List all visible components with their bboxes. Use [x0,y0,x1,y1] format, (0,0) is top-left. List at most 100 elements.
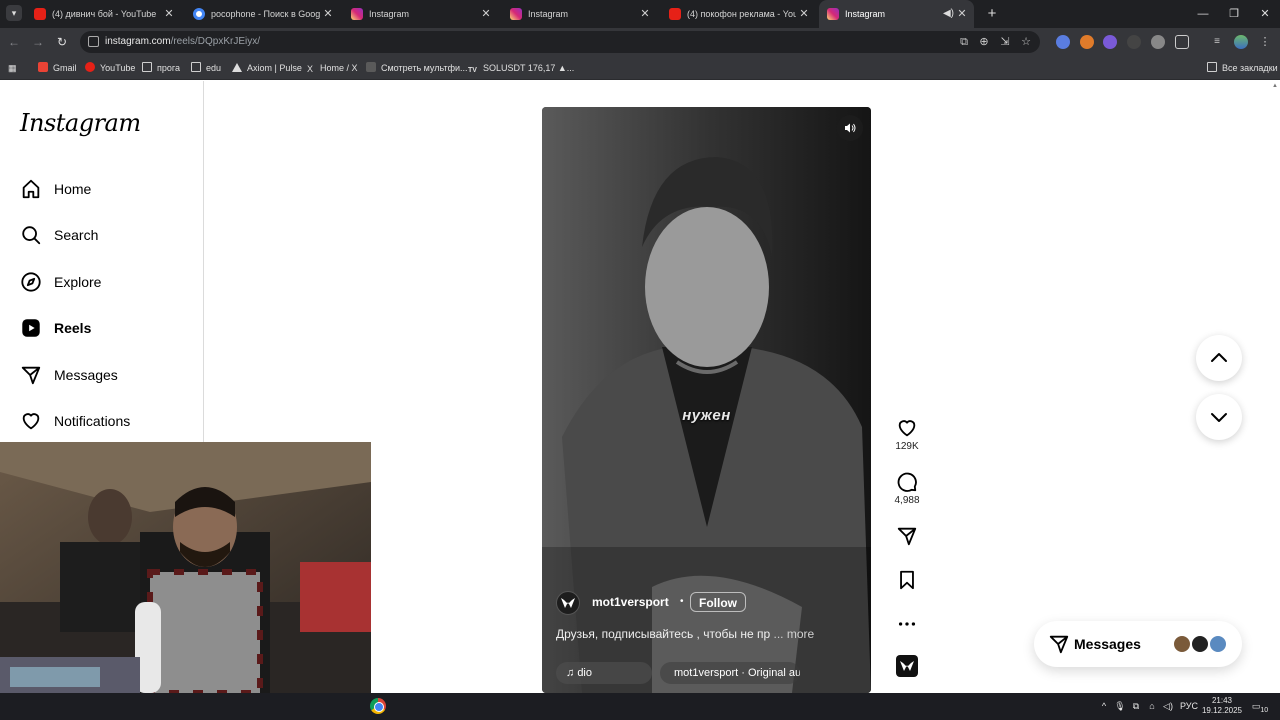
media-control-icon[interactable]: ≡ [1210,35,1224,49]
sidebar-item-home[interactable]: Home [18,172,188,206]
audio-source-avatar[interactable] [896,655,918,677]
close-icon[interactable]: ✕ [639,0,651,28]
bookmark-label: Axiom | Pulse [247,63,302,73]
bookmark-axiom[interactable]: Axiom | Pulse [232,56,302,80]
messages-popup-button[interactable]: Messages [1034,621,1242,667]
reel-actions: 129K 4,988 [890,81,924,693]
bookmark-cartoons[interactable]: Смотреть мультфи... [366,56,468,80]
extension-icon[interactable] [1056,35,1070,49]
extension-icon[interactable] [1080,35,1094,49]
tab-title: pocophone - Поиск в Google [211,9,320,19]
close-window-button[interactable]: ✕ [1250,0,1280,28]
bookmark-star-icon[interactable]: ☆ [1020,36,1032,48]
close-icon[interactable]: ✕ [480,0,492,28]
instagram-logo[interactable]: Instagram [20,109,141,137]
language-indicator[interactable]: РУС [1180,693,1198,720]
author-username[interactable]: mot1versport [592,591,669,613]
sidebar-item-explore[interactable]: Explore [18,265,188,299]
reload-button[interactable]: ↻ [54,34,70,50]
tab-instagram-2[interactable]: Instagram ✕ [502,0,657,28]
notification-count: 10 [1260,706,1269,714]
chevron-down-icon [1211,413,1227,422]
close-icon[interactable]: ✕ [956,0,968,28]
author-avatar[interactable] [556,591,580,615]
caption-more-link[interactable]: ... more [774,627,815,641]
tab-title: (4) покофон реклама - YouTube [687,9,796,19]
windows-taskbar: ^ 🎙 ⧉ ⌂ ◁) РУС 21:43 19.12.2025 ▭10 [0,693,1280,720]
sidebar-item-messages[interactable]: Messages [18,358,188,392]
restore-button[interactable]: ❐ [1219,0,1249,28]
install-icon[interactable]: ⇲ [999,36,1011,48]
page-scroll-arrow-icon[interactable]: ▲ [1272,83,1278,89]
bookmark-tradingview[interactable]: TV SOLUSDT 176,17 ▲... [468,56,574,80]
translate-icon[interactable]: ⧉ [958,36,970,48]
minimize-button[interactable]: — [1188,0,1218,28]
chrome-taskbar-icon[interactable] [370,698,386,714]
zoom-icon[interactable]: ⊕ [978,36,990,48]
audio-playing-icon[interactable]: ◀) [943,0,954,28]
back-button[interactable]: ← [6,34,22,50]
extension-icon[interactable] [1151,35,1165,49]
all-bookmarks[interactable]: Все закладки [1207,56,1278,80]
bookmark-label: Gmail [53,63,77,73]
sidebar-item-label: Messages [54,367,118,383]
previous-reel-button[interactable] [1196,335,1242,381]
bookmark-folder-edu[interactable]: edu [191,56,221,80]
site-info-icon[interactable] [88,36,99,47]
system-clock[interactable]: 21:43 19.12.2025 [1200,696,1244,716]
sidebar-item-notifications[interactable]: Notifications [18,404,188,438]
home-icon [22,179,40,199]
profile-avatar[interactable] [1234,35,1248,49]
tab-google[interactable]: pocophone - Поиск в Google ✕ [185,0,340,28]
close-icon[interactable]: ✕ [798,0,810,28]
follow-button[interactable]: Follow [690,592,746,612]
microphone-icon[interactable]: 🎙 [1114,693,1126,720]
close-icon[interactable]: ✕ [322,0,334,28]
apps-icon[interactable]: ▦ [8,56,17,80]
save-button[interactable] [890,569,924,591]
screen-record-icon[interactable]: ⧉ [1130,693,1142,720]
bookmark-icon [900,570,914,590]
youtube-icon [34,8,46,20]
address-bar[interactable]: instagram.com/reels/DQpxKrJEiyx/ ⧉ ⊕ ⇲ ☆ [80,31,1040,53]
tab-youtube-1[interactable]: (4) дивнич бой - YouTube ✕ [26,0,181,28]
share-button[interactable] [890,525,924,547]
extensions-puzzle-icon[interactable] [1175,35,1189,49]
paper-plane-icon [897,527,917,546]
tray-overflow-icon[interactable]: ^ [1098,693,1110,720]
instagram-icon [510,8,522,20]
more-options-button[interactable] [890,613,924,635]
bookmark-youtube[interactable]: YouTube [85,56,135,80]
bookmark-folder-proga[interactable]: прога [142,56,180,80]
network-icon[interactable]: ⌂ [1146,693,1158,720]
forward-button[interactable]: → [30,34,46,50]
folder-icon [1207,62,1217,72]
instagram-icon [351,8,363,20]
comment-count: 4,988 [894,495,920,506]
bookmark-gmail[interactable]: Gmail [38,56,77,80]
bookmark-x[interactable]: X Home / X [305,56,358,80]
next-reel-button[interactable] [1196,394,1242,440]
axiom-icon [232,63,242,72]
extension-icon[interactable] [1127,35,1141,49]
reel-video[interactable]: нужен mot1versport • Follow Друзья, подп… [542,107,871,693]
tab-instagram-active[interactable]: Instagram ◀) ✕ [819,0,974,28]
new-tab-button[interactable]: + [982,4,1002,24]
tab-search-button[interactable]: ▾ [6,5,22,21]
tab-youtube-2[interactable]: (4) покофон реклама - YouTube ✕ [661,0,816,28]
mute-toggle-button[interactable] [837,115,863,141]
extension-icon[interactable] [1103,35,1117,49]
audio-button[interactable]: ♫ dio [556,662,652,684]
volume-icon[interactable]: ◁) [1162,693,1174,720]
sidebar-item-search[interactable]: Search [18,218,188,252]
notification-center-icon[interactable]: ▭10 [1250,693,1270,720]
sidebar-item-reels[interactable]: Reels [18,311,188,345]
clock-date: 19.12.2025 [1201,706,1243,715]
audio-track-link[interactable]: mot1versport · Original au [660,662,800,684]
google-icon [193,8,205,20]
close-icon[interactable]: ✕ [163,0,175,28]
menu-icon[interactable]: ⋮ [1258,35,1272,49]
tab-instagram-1[interactable]: Instagram ✕ [343,0,498,28]
like-button[interactable]: 129K [890,417,924,452]
comment-button[interactable]: 4,988 [890,471,924,506]
